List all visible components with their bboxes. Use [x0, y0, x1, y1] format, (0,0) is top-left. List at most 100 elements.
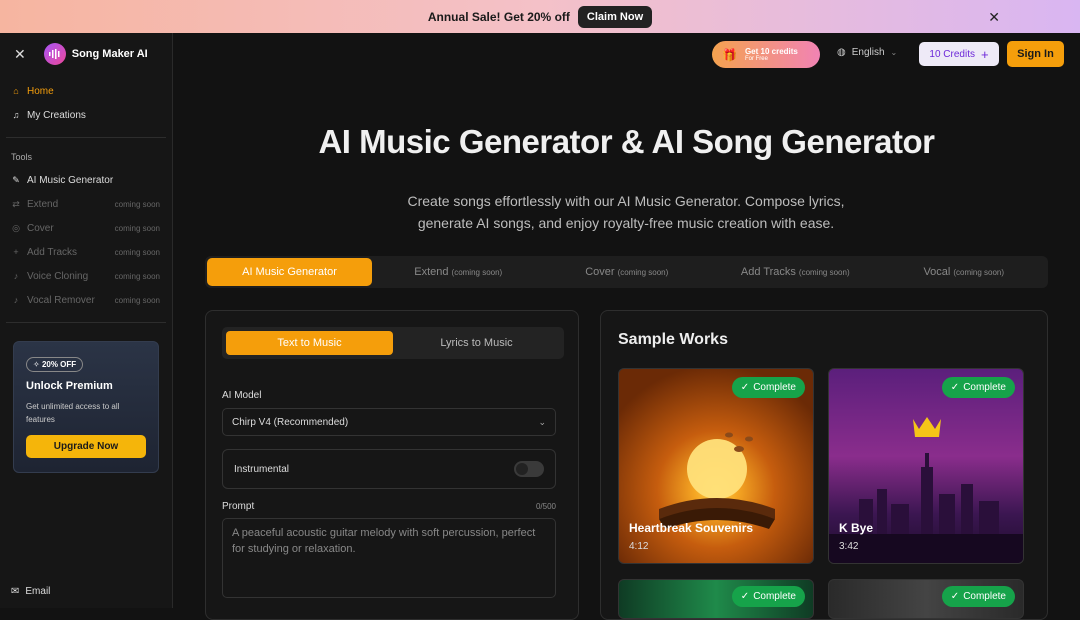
sidebar-item-cover[interactable]: ◎ Cover coming soon: [0, 216, 172, 240]
chevron-down-icon: ⌄: [538, 416, 546, 427]
status-text: Complete: [753, 591, 796, 602]
sidebar-item-ai-music-generator[interactable]: ✎ AI Music Generator: [0, 168, 172, 192]
status-badge: ✓ Complete: [941, 377, 1015, 398]
close-sidebar-icon[interactable]: ✕: [14, 46, 26, 63]
tab-vocal[interactable]: Vocal (coming soon): [880, 256, 1049, 288]
prompt-textarea[interactable]: A peaceful acoustic guitar melody with s…: [222, 518, 556, 598]
sample-duration: 4:12: [629, 541, 649, 552]
sidebar-item-label: Voice Cloning: [27, 270, 89, 282]
status-text: Complete: [753, 382, 796, 393]
sidebar-item-label: AI Music Generator: [27, 174, 114, 186]
credits-button[interactable]: 10 Credits +: [919, 42, 999, 66]
tab-cover[interactable]: Cover (coming soon): [543, 256, 712, 288]
discount-badge: ✧ 20% OFF: [26, 357, 84, 372]
sidebar-item-label: Extend: [27, 198, 59, 210]
tab-label: Add Tracks: [740, 266, 796, 278]
banner-close-icon[interactable]: ✕: [988, 9, 1000, 26]
sample-title: Heartbreak Souvenirs: [629, 521, 754, 535]
promo-banner: Annual Sale! Get 20% off Claim Now ✕: [0, 0, 1080, 33]
instrumental-row: Instrumental: [222, 449, 556, 489]
tab-add-tracks[interactable]: Add Tracks (coming soon): [711, 256, 880, 288]
language-label: English: [851, 47, 885, 58]
check-circle-icon: ✓: [740, 382, 750, 393]
prompt-char-count: 0/500: [535, 502, 556, 511]
prompt-label: Prompt: [222, 501, 255, 512]
sample-title: K Bye: [839, 521, 874, 535]
coming-soon-label: coming soon: [114, 223, 160, 233]
brand-logo[interactable]: Song Maker AI: [43, 43, 148, 65]
promo-text: Get unlimited access to all features: [26, 402, 120, 424]
sidebar-item-label: My Creations: [27, 109, 86, 121]
check-circle-icon: ✓: [950, 591, 960, 602]
free-credits-sub: For Free: [744, 56, 768, 62]
tab-extend[interactable]: Extend (coming soon): [374, 256, 543, 288]
free-credits-title: Get 10 credits: [744, 47, 798, 56]
sidebar-item-extend[interactable]: ⇄ Extend coming soon: [0, 192, 172, 216]
tab-note: (coming soon): [451, 267, 503, 277]
status-badge: ✓ Complete: [731, 586, 805, 607]
sidebar-header: ✕ Song Maker AI: [0, 33, 172, 75]
sidebar-item-label: Cover: [27, 222, 54, 234]
ai-model-value: Chirp V4 (Recommended): [232, 416, 349, 428]
sidebar-item-home[interactable]: ⌂ Home: [0, 79, 172, 103]
sidebar-item-label: Add Tracks: [27, 246, 78, 258]
upgrade-now-button[interactable]: Upgrade Now: [26, 435, 146, 458]
globe-icon: ◍: [837, 47, 846, 58]
sidebar-item-voice-cloning[interactable]: ♪ Voice Cloning coming soon: [0, 264, 172, 288]
sidebar-item-vocal-remover[interactable]: ♪ Vocal Remover coming soon: [0, 288, 172, 312]
claim-now-button[interactable]: Claim Now: [577, 5, 653, 28]
ai-model-label: AI Model: [222, 390, 262, 401]
discount-badge-text: 20% OFF: [41, 360, 77, 369]
sample-card[interactable]: ✓ Complete K Bye 3:42: [828, 368, 1024, 564]
tab-note: (coming soon): [798, 267, 850, 277]
coming-soon-label: coming soon: [114, 199, 160, 209]
sidebar-divider: [6, 137, 166, 138]
arrows-icon: ⇄: [12, 198, 20, 209]
tab-label: AI Music Generator: [242, 266, 337, 278]
status-text: Complete: [963, 382, 1006, 393]
sign-in-button[interactable]: Sign In: [1007, 41, 1064, 67]
free-credits-button[interactable]: 🎁 Get 10 credits For Free: [712, 41, 820, 68]
coming-soon-label: coming soon: [114, 247, 160, 257]
music-note-icon: ♫: [12, 110, 20, 120]
instrumental-toggle[interactable]: [514, 461, 544, 477]
magic-wand-icon: ✎: [12, 174, 20, 185]
tab-label: Cover: [585, 266, 615, 278]
sidebar-item-email[interactable]: ✉ Email: [11, 586, 50, 597]
disc-icon: ◎: [12, 222, 20, 233]
lyrics-to-music-button[interactable]: Lyrics to Music: [393, 331, 560, 355]
sidebar-item-add-tracks[interactable]: + Add Tracks coming soon: [0, 240, 172, 264]
language-selector[interactable]: ◍ English ⌄: [837, 47, 897, 58]
tab-ai-music-generator[interactable]: AI Music Generator: [207, 258, 372, 286]
check-circle-icon: ✓: [950, 382, 960, 393]
microphone-icon: ♪: [13, 271, 19, 281]
sidebar-item-my-creations[interactable]: ♫ My Creations: [0, 103, 172, 127]
credits-label: 10 Credits: [929, 48, 975, 60]
status-badge: ✓ Complete: [731, 377, 805, 398]
status-badge: ✓ Complete: [941, 586, 1015, 607]
tool-tabs: AI Music Generator Extend (coming soon) C…: [205, 256, 1048, 288]
sample-card[interactable]: ✓ Complete: [618, 579, 814, 619]
sample-card[interactable]: ✓ Complete: [828, 579, 1024, 619]
sidebar-item-label: Email: [25, 586, 51, 597]
plus-icon: +: [980, 46, 989, 62]
tab-label: Extend: [414, 266, 449, 278]
status-text: Complete: [963, 591, 1006, 602]
page-title: AI Music Generator & AI Song Generator: [318, 123, 935, 160]
brand-name: Song Maker AI: [71, 48, 148, 60]
mode-toggle: Text to Music Lyrics to Music: [222, 327, 564, 359]
chevron-down-icon: ⌄: [890, 48, 898, 57]
sidebar: ✕ Song Maker AI ⌂ Home ♫ My Creations To…: [0, 33, 173, 608]
plus-icon: +: [13, 247, 19, 257]
waveform-icon: [43, 43, 66, 65]
home-icon: ⌂: [13, 86, 19, 96]
top-bar: 🎁 Get 10 credits For Free ◍ English ⌄ 10…: [173, 33, 1080, 75]
banner-text: Annual Sale! Get 20% off: [427, 9, 570, 24]
text-to-music-button[interactable]: Text to Music: [226, 331, 393, 355]
promo-title: Unlock Premium: [26, 380, 113, 392]
sample-card[interactable]: ✓ Complete Heartbreak Souvenirs 4:12: [618, 368, 814, 564]
instrumental-label: Instrumental: [234, 463, 290, 475]
ai-model-select[interactable]: Chirp V4 (Recommended) ⌄: [222, 408, 556, 436]
tools-heading: Tools: [11, 152, 33, 162]
sidebar-divider: [6, 322, 166, 323]
